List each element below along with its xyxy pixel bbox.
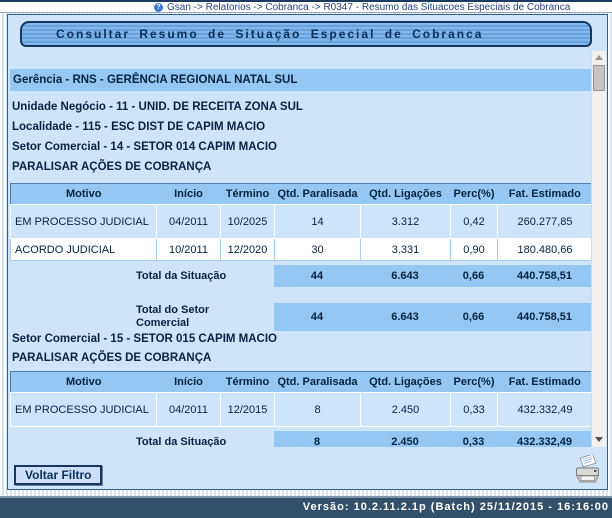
col-perc: Perc(%) <box>451 372 498 393</box>
total-qtd-ligacoes: 6.643 <box>360 311 450 323</box>
cell-fat-estimado: 180.480,66 <box>498 239 593 261</box>
situacao-label: PARALISAR AÇÕES DE COBRANÇA <box>10 349 592 369</box>
gerencia-header: Gerência - RNS - GERÊNCIA REGIONAL NATAL… <box>10 69 592 91</box>
cell-qtd-ligacoes: 3.331 <box>361 239 451 261</box>
table-row: EM PROCESSO JUDICIAL 04/2011 10/2025 14 … <box>11 205 593 239</box>
cell-qtd-paralisada: 8 <box>275 393 361 427</box>
total-setor-row: Total do Setor Comercial 44 6.643 0,66 4… <box>10 303 592 331</box>
total-situacao-row: Total da Situação 8 2.450 0,33 432.332,4… <box>10 431 592 447</box>
situacao-label: PARALISAR AÇÕES DE COBRANÇA <box>10 157 592 177</box>
col-motivo: Motivo <box>11 184 157 205</box>
total-fat-estimado: 440.758,51 <box>497 311 592 323</box>
total-situacao-label: Total da Situação <box>136 270 248 283</box>
breadcrumb: Gsan -> Relatorios -> Cobranca -> R0347 … <box>167 2 570 13</box>
table-row: EM PROCESSO JUDICIAL 04/2011 12/2015 8 2… <box>11 393 593 427</box>
col-fat-estimado: Fat. Estimado <box>498 372 593 393</box>
help-icon[interactable]: ? <box>154 3 163 12</box>
col-qtd-paralisada: Qtd. Paralisada <box>275 184 361 205</box>
total-perc: 0,66 <box>450 311 497 323</box>
cell-qtd-paralisada: 14 <box>275 205 361 239</box>
total-qtd-paralisada: 8 <box>274 436 360 447</box>
cell-inicio: 04/2011 <box>157 393 221 427</box>
scrollbar-thumb[interactable] <box>593 65 605 91</box>
report-content: Gerência - RNS - GERÊNCIA REGIONAL NATAL… <box>10 55 592 447</box>
cell-termino: 10/2025 <box>221 205 275 239</box>
col-fat-estimado: Fat. Estimado <box>498 184 593 205</box>
table-header-row: Motivo Início Término Qtd. Paralisada Qt… <box>11 372 593 393</box>
cell-qtd-ligacoes: 3.312 <box>361 205 451 239</box>
cell-perc: 0,33 <box>451 393 498 427</box>
col-qtd-paralisada: Qtd. Paralisada <box>275 372 361 393</box>
col-termino: Término <box>221 372 275 393</box>
voltar-filtro-button[interactable]: Voltar Filtro <box>14 465 102 485</box>
page-title: Consultar Resumo de Situação Especial de… <box>20 21 592 47</box>
cell-qtd-ligacoes: 2.450 <box>361 393 451 427</box>
cell-qtd-paralisada: 30 <box>275 239 361 261</box>
breadcrumb-bar: ? Gsan -> Relatorios -> Cobranca -> R034… <box>0 0 612 13</box>
total-qtd-ligacoes: 6.643 <box>360 270 450 282</box>
table-header-row: Motivo Início Término Qtd. Paralisada Qt… <box>11 184 593 205</box>
localidade-label: Localidade - 115 - ESC DIST DE CAPIM MAC… <box>10 117 592 137</box>
col-termino: Término <box>221 184 275 205</box>
col-inicio: Início <box>157 372 221 393</box>
report-frame: Consultar Resumo de Situação Especial de… <box>7 14 608 490</box>
col-qtd-ligacoes: Qtd. Ligações <box>361 372 451 393</box>
col-qtd-ligacoes: Qtd. Ligações <box>361 184 451 205</box>
total-situacao-label: Total da Situação <box>136 436 248 448</box>
cell-motivo: EM PROCESSO JUDICIAL <box>11 205 157 239</box>
cell-fat-estimado: 432.332,49 <box>498 393 593 427</box>
setor-comercial-15-label: Setor Comercial - 15 - SETOR 015 CAPIM M… <box>10 331 592 349</box>
total-qtd-paralisada: 44 <box>274 270 360 282</box>
report-table-setor-14: Motivo Início Término Qtd. Paralisada Qt… <box>10 183 592 261</box>
cell-fat-estimado: 260.277,85 <box>498 205 593 239</box>
total-qtd-paralisada: 44 <box>274 311 360 323</box>
cell-motivo: EM PROCESSO JUDICIAL <box>11 393 157 427</box>
version-label: Versão: 10.2.11.2.1p (Batch) 25/11/2015 … <box>303 501 609 513</box>
cell-inicio: 04/2011 <box>157 205 221 239</box>
col-inicio: Início <box>157 184 221 205</box>
total-fat-estimado: 440.758,51 <box>497 270 592 282</box>
cell-termino: 12/2020 <box>221 239 275 261</box>
scroll-up-arrow[interactable] <box>592 51 606 64</box>
unidade-negocio-label: Unidade Negócio - 11 - UNID. DE RECEITA … <box>10 97 592 117</box>
table-row: ACORDO JUDICIAL 10/2011 12/2020 30 3.331… <box>11 239 593 261</box>
cell-perc: 0,42 <box>451 205 498 239</box>
total-perc: 0,33 <box>450 436 497 447</box>
cell-termino: 12/2015 <box>221 393 275 427</box>
printer-icon[interactable] <box>574 455 602 487</box>
setor-comercial-14-label: Setor Comercial - 14 - SETOR 014 CAPIM M… <box>10 137 592 157</box>
col-perc: Perc(%) <box>451 184 498 205</box>
total-perc: 0,66 <box>450 270 497 282</box>
total-setor-label: Total do Setor Comercial <box>136 304 248 330</box>
cell-perc: 0,90 <box>451 239 498 261</box>
total-situacao-row: Total da Situação 44 6.643 0,66 440.758,… <box>10 265 592 287</box>
scroll-down-arrow[interactable] <box>592 433 606 446</box>
vertical-scrollbar[interactable] <box>591 51 606 447</box>
total-fat-estimado: 432.332,49 <box>497 436 592 447</box>
report-table-setor-15: Motivo Início Término Qtd. Paralisada Qt… <box>10 371 592 427</box>
total-qtd-ligacoes: 2.450 <box>360 436 450 447</box>
col-motivo: Motivo <box>11 372 157 393</box>
footer-bar: Versão: 10.2.11.2.1p (Batch) 25/11/2015 … <box>0 496 612 518</box>
cell-motivo: ACORDO JUDICIAL <box>11 239 157 261</box>
cell-inicio: 10/2011 <box>157 239 221 261</box>
